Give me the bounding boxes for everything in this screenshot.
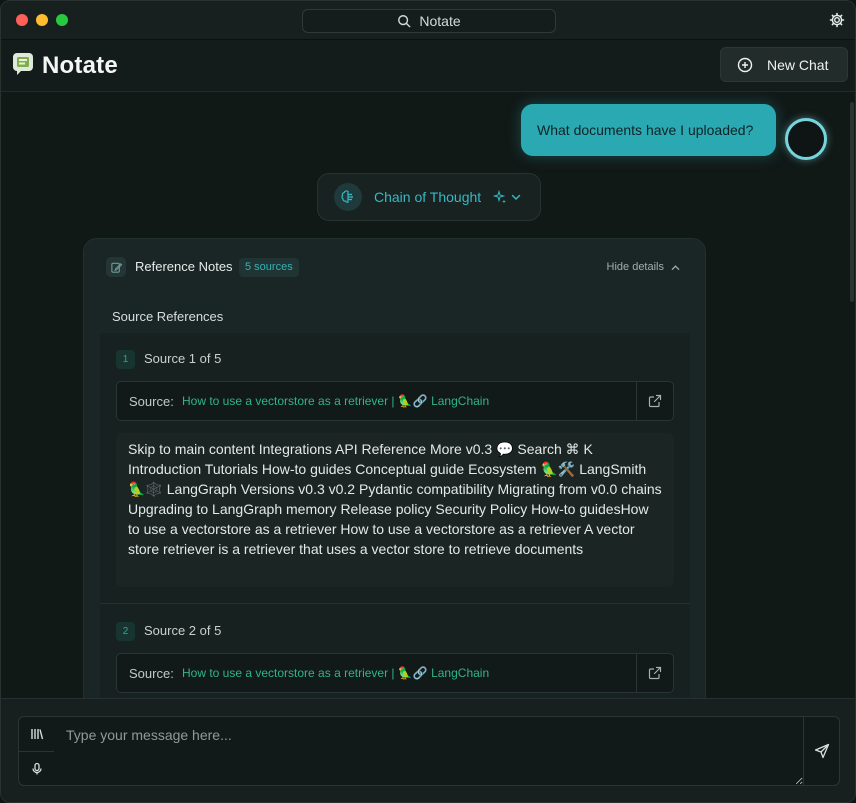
window-title-search[interactable]: Notate [302,9,556,33]
chain-of-thought-label: Chain of Thought [374,189,482,205]
sources-count-badge: 5 sources [239,258,299,277]
source-prefix: Source: [129,666,174,681]
source-number: 2 [116,622,135,641]
source-link-row: Source: How to use a vectorstore as a re… [116,381,674,421]
external-link-icon [648,666,662,680]
source-item: 2 Source 2 of 5 Source: How to use a vec… [100,605,690,698]
external-link-icon [648,394,662,408]
send-button[interactable] [803,716,840,786]
input-tool-buttons [18,716,55,786]
source-link[interactable]: How to use a vectorstore as a retriever … [182,666,489,680]
open-source-button[interactable] [636,654,673,692]
brain-icon [334,183,362,211]
app-window: Notate Notate New Chat What documents ha… [0,0,856,803]
source-link[interactable]: How to use a vectorstore as a retriever … [182,394,489,408]
chat-area[interactable]: What documents have I uploaded? Chain of… [1,92,855,698]
zoom-window-button[interactable] [56,14,68,26]
sparkle-icon [493,190,507,204]
source-references-list: 1 Source 1 of 5 Source: How to use a vec… [100,333,690,698]
chevron-down-icon [511,194,521,201]
message-input[interactable] [54,716,804,786]
hide-details-label: Hide details [606,261,664,273]
source-content: Skip to main content Integrations API Re… [116,433,674,587]
source-prefix: Source: [129,394,174,409]
notes-icon [106,257,126,277]
settings-button[interactable] [829,12,845,28]
minimize-window-button[interactable] [36,14,48,26]
app-header: Notate New Chat [1,40,855,92]
new-chat-label: New Chat [767,56,829,73]
microphone-icon [31,762,42,775]
reference-notes-panel: Reference Notes 5 sources Hide details S… [83,238,706,698]
library-button[interactable] [19,717,54,752]
search-icon [398,15,411,28]
notate-logo-icon [12,52,34,76]
user-message-bubble: What documents have I uploaded? [521,104,776,156]
source-number: 1 [116,350,135,369]
hide-details-button[interactable]: Hide details [607,261,681,273]
reference-notes-header: Reference Notes 5 sources Hide details [84,239,705,295]
chain-of-thought-toggle[interactable]: Chain of Thought [317,173,541,221]
app-title: Notate [42,52,118,79]
microphone-button[interactable] [19,752,54,786]
message-input-bar [1,698,855,802]
gear-icon [829,12,845,28]
plus-circle-icon [737,57,753,72]
source-item: 1 Source 1 of 5 Source: How to use a vec… [100,333,690,604]
library-icon [30,729,43,740]
user-message-text: What documents have I uploaded? [537,122,754,138]
user-avatar [785,118,827,160]
source-references-title: Source References [112,309,224,324]
window-title: Notate [419,13,461,29]
source-label: Source 1 of 5 [144,351,222,366]
send-icon [814,743,829,759]
close-window-button[interactable] [16,14,28,26]
source-label: Source 2 of 5 [144,623,222,638]
source-link-row: Source: How to use a vectorstore as a re… [116,653,674,693]
new-chat-button[interactable]: New Chat [720,47,848,82]
chat-scrollbar[interactable] [850,102,854,302]
chevron-up-icon [671,264,680,270]
title-bar: Notate [1,1,855,40]
reference-notes-title: Reference Notes [135,259,233,274]
open-source-button[interactable] [636,382,673,420]
